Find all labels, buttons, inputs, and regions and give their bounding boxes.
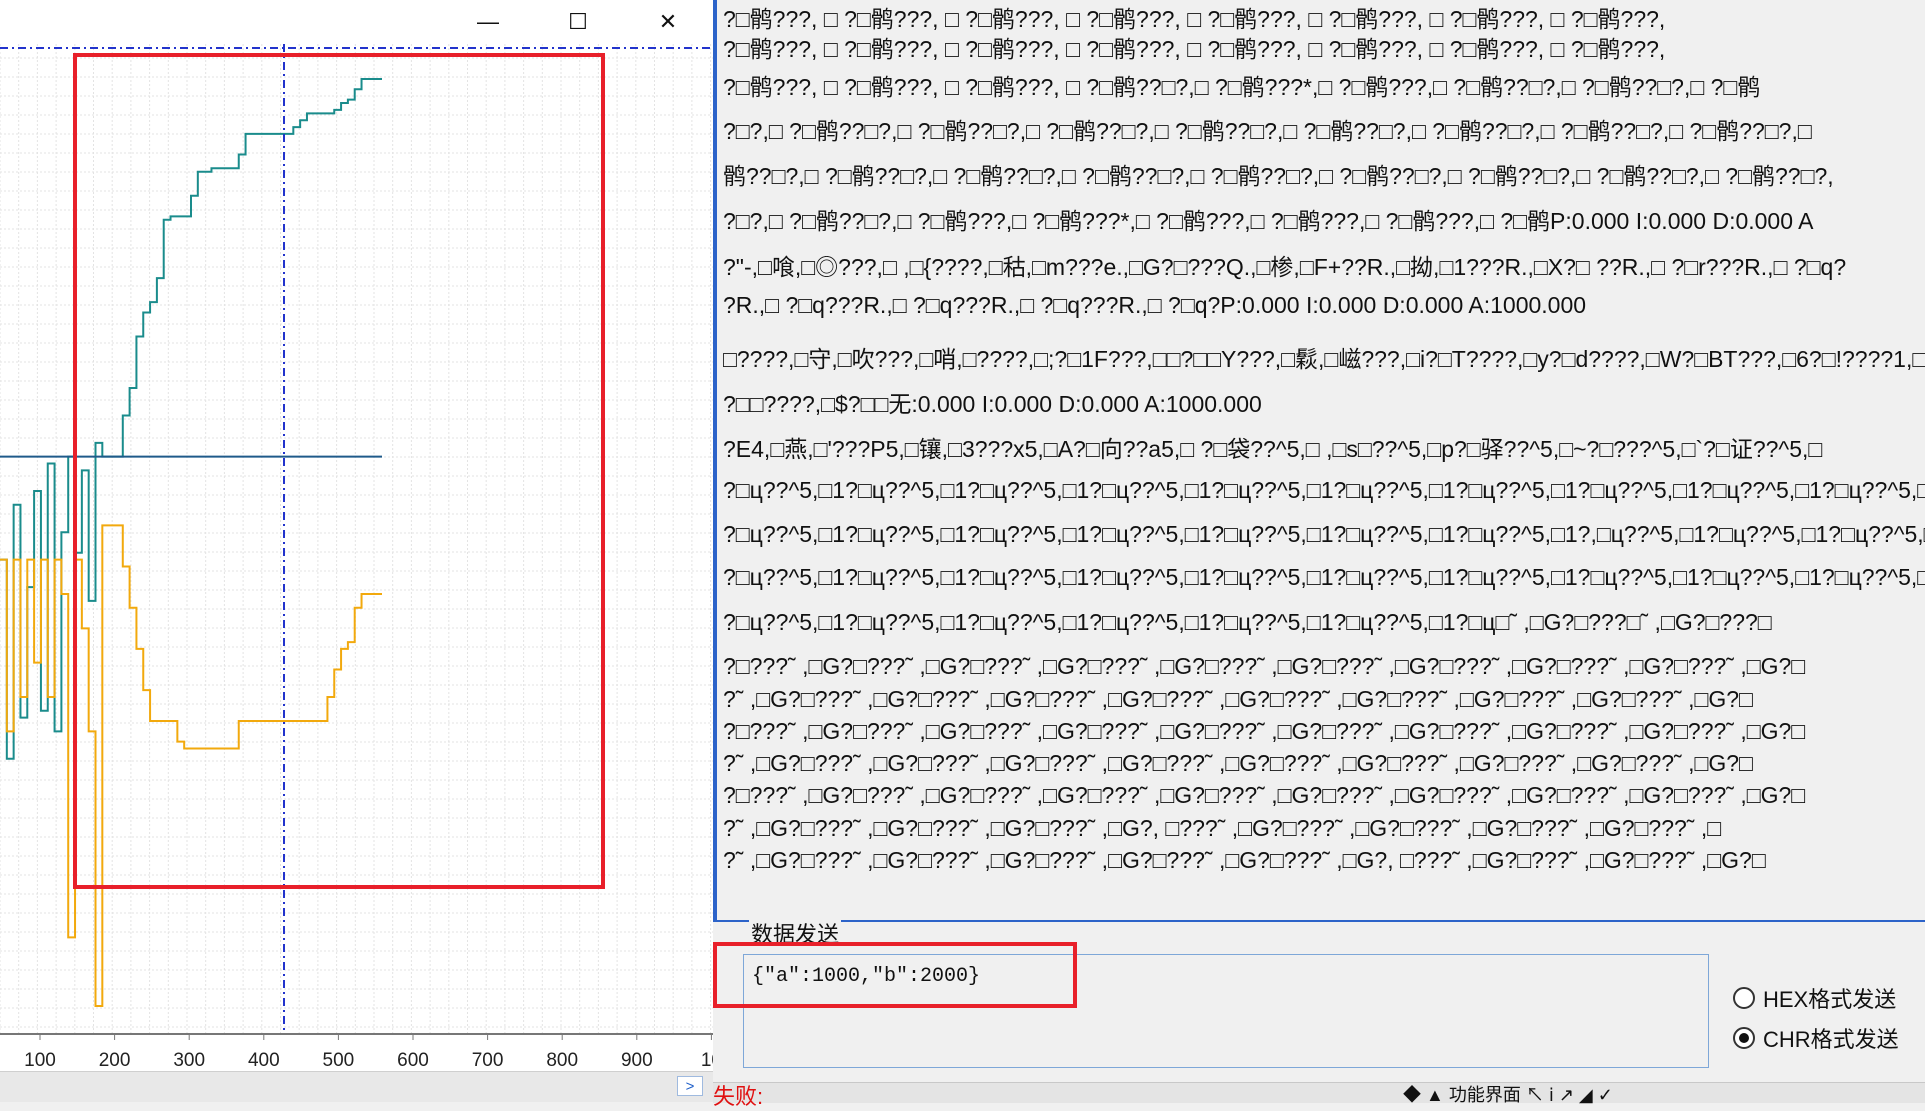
scroll-right-button[interactable]: >: [677, 1076, 703, 1096]
receive-line: ?□?,□ ?□鹘??□?,□ ?□鹘??□?,□ ?□鹘??□?,□ ?□鹘?…: [723, 118, 1812, 144]
chr-radio[interactable]: [1733, 1027, 1755, 1049]
receive-line: ?□ц??^5,□1?□ц??^5,□1?□ц??^5,□1?□ц??^5,□1…: [723, 609, 1772, 635]
receive-line: ?□???˜ ,□G?□???˜ ,□G?□???˜ ,□G?□???˜ ,□G…: [723, 653, 1806, 679]
x-tick-label: 200: [99, 1050, 131, 1071]
receive-line: ?□ц??^5,□1?□ц??^5,□1?□ц??^5,□1?□ц??^5,□1…: [723, 564, 1925, 590]
annotation-box-plot: [73, 53, 605, 889]
receive-text-area[interactable]: ?□鹘???, □ ?□鹘???, □ ?□鹘???, □ ?□鹘???, □ …: [713, 0, 1925, 920]
receive-line: ?□???˜ ,□G?□???˜ ,□G?□???˜ ,□G?□???˜ ,□G…: [723, 782, 1806, 808]
receive-line: ?□ц??^5,□1?□ц??^5,□1?□ц??^5,□1?□ц??^5,□1…: [723, 477, 1925, 503]
receive-line: ?□□????,□$?□□无:0.000 I:0.000 D:0.000 A:1…: [723, 391, 1262, 417]
x-tick-label: 600: [397, 1050, 429, 1071]
receive-line: ?E4,□燕,□'???P5,□镶,□3???x5,□A?□向??a5,□ ?□…: [723, 436, 1823, 462]
receive-line: ?˜ ,□G?□???˜ ,□G?□???˜ ,□G?□???˜ ,□G?, □…: [723, 815, 1722, 841]
receive-line: □????,□守,□吹???,□哨,□????,□;?□1F???,□□?□□Y…: [723, 346, 1925, 372]
receive-line: ?□???˜ ,□G?□???˜ ,□G?□???˜ ,□G?□???˜ ,□G…: [723, 718, 1806, 744]
receive-line: ?˜ ,□G?□???˜ ,□G?□???˜ ,□G?□???˜ ,□G?□??…: [723, 847, 1766, 873]
receive-line: ?□鹘???, □ ?□鹘???, □ ?□鹘???, □ ?□鹘??□?,□ …: [723, 74, 1761, 100]
maximize-button[interactable]: ☐: [533, 0, 623, 44]
x-tick-label: 300: [173, 1050, 205, 1071]
receive-line: ?˜ ,□G?□???˜ ,□G?□???˜ ,□G?□???˜ ,□G?□??…: [723, 686, 1753, 712]
receive-line: ?□鹘???, □ ?□鹘???, □ ?□鹘???, □ ?□鹘???, □ …: [723, 36, 1666, 62]
hex-format-label: HEX格式发送: [1763, 987, 1897, 1012]
x-tick-label: 100: [24, 1050, 56, 1071]
close-icon: ✕: [658, 9, 678, 34]
x-axis: 100 200 300 400 500 600 700 800 900 10: [0, 1033, 713, 1071]
x-tick-label: 800: [546, 1050, 578, 1071]
receive-line: ?˜ ,□G?□???˜ ,□G?□???˜ ,□G?□???˜ ,□G?□??…: [723, 750, 1753, 776]
receive-line: ?□ц??^5,□1?□ц??^5,□1?□ц??^5,□1?□ц??^5,□1…: [723, 521, 1925, 547]
x-tick-label: 700: [472, 1050, 504, 1071]
hex-radio[interactable]: [1733, 987, 1755, 1009]
x-tick-label: 900: [621, 1050, 653, 1071]
minimize-button[interactable]: —: [443, 0, 533, 44]
x-scrollbar[interactable]: >: [0, 1071, 713, 1102]
receive-line: ?R.,□ ?□q???R.,□ ?□q???R.,□ ?□q???R.,□ ?…: [723, 292, 1587, 318]
maximize-icon: ☐: [568, 9, 588, 34]
serial-panel: ?□鹘???, □ ?□鹘???, □ ?□鹘???, □ ?□鹘???, □ …: [713, 0, 1925, 1109]
fail-label: 失败:: [713, 1084, 764, 1109]
close-button[interactable]: ✕: [623, 0, 713, 44]
minimize-icon: —: [477, 9, 499, 34]
receive-line: ?"-,□喰,□◎???,□ ,□{????,□秙,□m???e.,□G?□??…: [723, 254, 1847, 280]
receive-line: ?□鹘???, □ ?□鹘???, □ ?□鹘???, □ ?□鹘???, □ …: [723, 6, 1666, 32]
x-tick-label: 500: [323, 1050, 355, 1071]
receive-line: 鹘??□?,□ ?□鹘??□?,□ ?□鹘??□?,□ ?□鹘??□?,□ ?□…: [723, 163, 1834, 189]
receive-line: ?□?,□ ?□鹘??□?,□ ?□鹘???,□ ?□鹘???*,□ ?□鹘??…: [723, 208, 1814, 234]
chr-format-option[interactable]: CHR格式发送: [1733, 1022, 1899, 1054]
window-controls: — ☐ ✕: [443, 0, 713, 44]
annotation-box-send: [713, 942, 1077, 1008]
x-tick-label: 400: [248, 1050, 280, 1071]
bottom-toolbar[interactable]: ◆ ▲ 功能界面 ↖ ⅰ ↗ ◢ ✓: [1403, 1085, 1925, 1105]
chr-format-label: CHR格式发送: [1763, 1027, 1899, 1052]
hex-format-option[interactable]: HEX格式发送: [1733, 982, 1896, 1014]
chevron-right-icon: >: [685, 1077, 695, 1095]
x-tick-label: 10: [701, 1050, 713, 1071]
